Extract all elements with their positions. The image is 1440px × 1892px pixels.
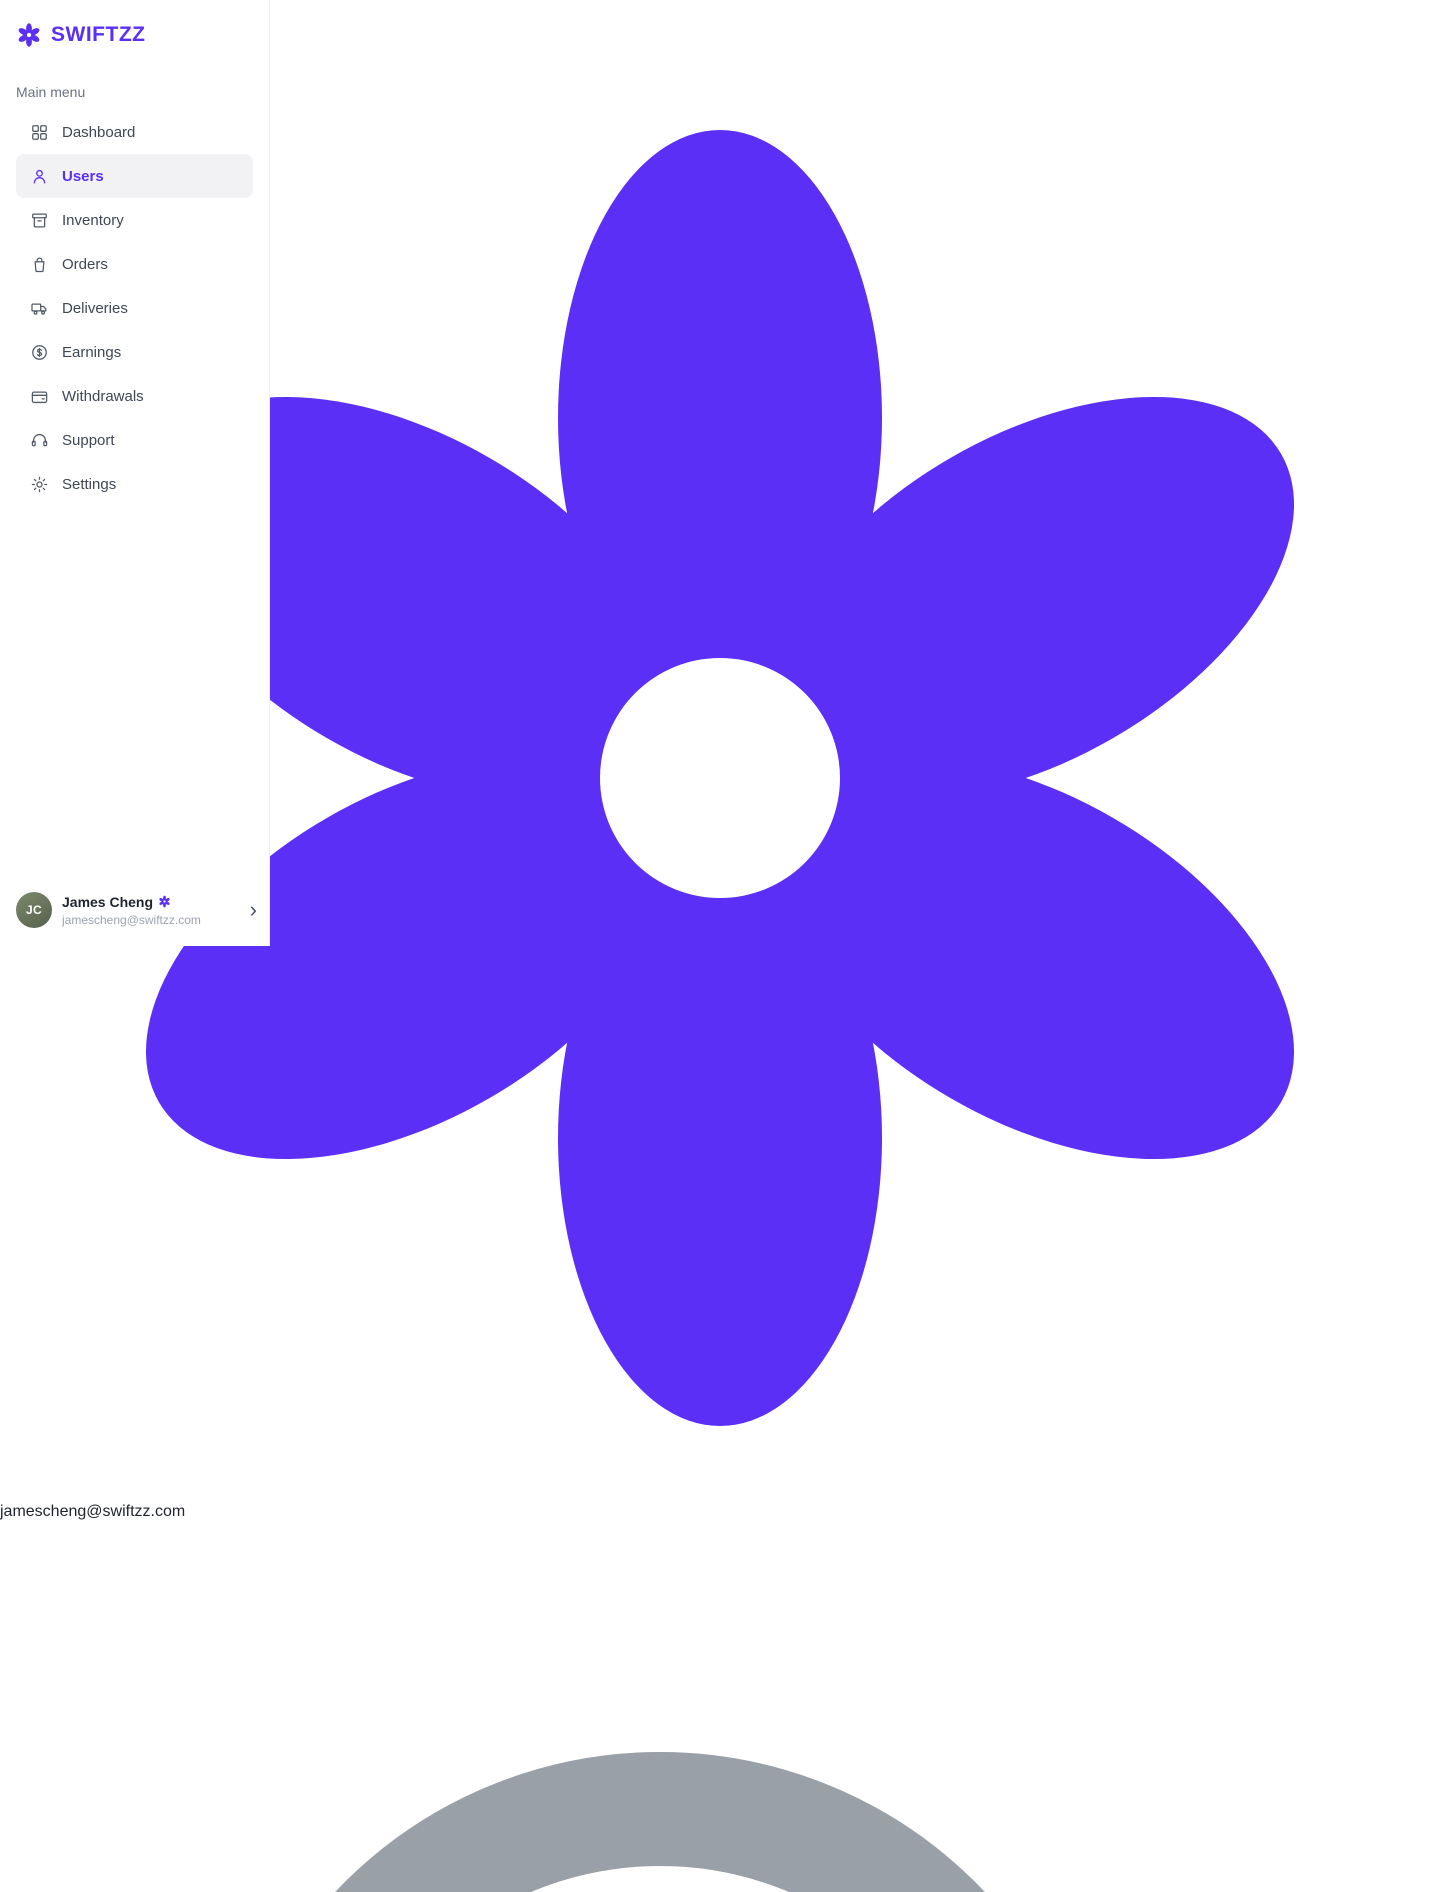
brand-name: SWIFTZZ <box>51 23 146 46</box>
user-icon <box>33 169 46 183</box>
sidebar-nav: Dashboard Users Inventory Orders Deliver… <box>0 110 269 506</box>
truck-icon <box>31 303 47 315</box>
sidebar-item-users[interactable]: Users <box>16 154 253 198</box>
sidebar-item-settings[interactable]: Settings <box>16 462 253 506</box>
sidebar-item-dashboard[interactable]: Dashboard <box>16 110 253 154</box>
sidebar-item-earnings[interactable]: Earnings <box>16 330 253 374</box>
sidebar-item-inventory[interactable]: Inventory <box>16 198 253 242</box>
sidebar-item-support[interactable]: Support <box>16 418 253 462</box>
global-search-input[interactable]: Search ⌘ S <box>0 1539 1440 1892</box>
search-icon <box>335 1752 985 1892</box>
sidebar-item-label: Support <box>62 431 115 449</box>
sidebar-section-label: Main menu <box>16 84 86 100</box>
gear-icon <box>31 476 48 492</box>
dashboard-icon <box>32 124 47 140</box>
wallet-icon <box>31 391 48 403</box>
sidebar-item-label: Earnings <box>62 343 122 361</box>
sidebar-item-label: Withdrawals <box>62 387 144 405</box>
sidebar-item-orders[interactable]: Orders <box>16 242 253 286</box>
archive-box-icon <box>32 213 47 227</box>
chevron-right-icon[interactable]: › <box>250 899 257 921</box>
sidebar-item-label: Deliveries <box>62 299 128 317</box>
flower-logo-icon <box>17 23 41 47</box>
profile-name: James Cheng <box>62 893 154 910</box>
topbar-user-email: jamescheng@swiftzz.com <box>0 1503 186 1520</box>
flower-badge-icon <box>158 895 171 908</box>
dollar-coin-icon <box>32 344 47 360</box>
headset-icon <box>31 433 48 446</box>
sidebar-item-label: Settings <box>62 475 117 493</box>
avatar: JC <box>16 892 52 928</box>
shopping-bag-icon <box>34 257 45 272</box>
sidebar-item-label: Users <box>62 167 104 185</box>
brand-logo: SWIFTZZ <box>0 0 269 58</box>
sidebar-item-deliveries[interactable]: Deliveries <box>16 286 253 330</box>
sidebar-profile[interactable]: JC James Cheng jamescheng@swiftzz.com › <box>16 892 257 928</box>
sidebar-item-withdrawals[interactable]: Withdrawals <box>16 374 253 418</box>
sidebar-item-label: Dashboard <box>62 123 136 141</box>
sidebar-item-label: Orders <box>62 255 108 273</box>
sidebar-item-label: Inventory <box>62 211 124 229</box>
sidebar: SWIFTZZ Main menu Dashboard Users Invent… <box>0 0 270 946</box>
profile-email: jamescheng@swiftzz.com <box>62 912 201 927</box>
